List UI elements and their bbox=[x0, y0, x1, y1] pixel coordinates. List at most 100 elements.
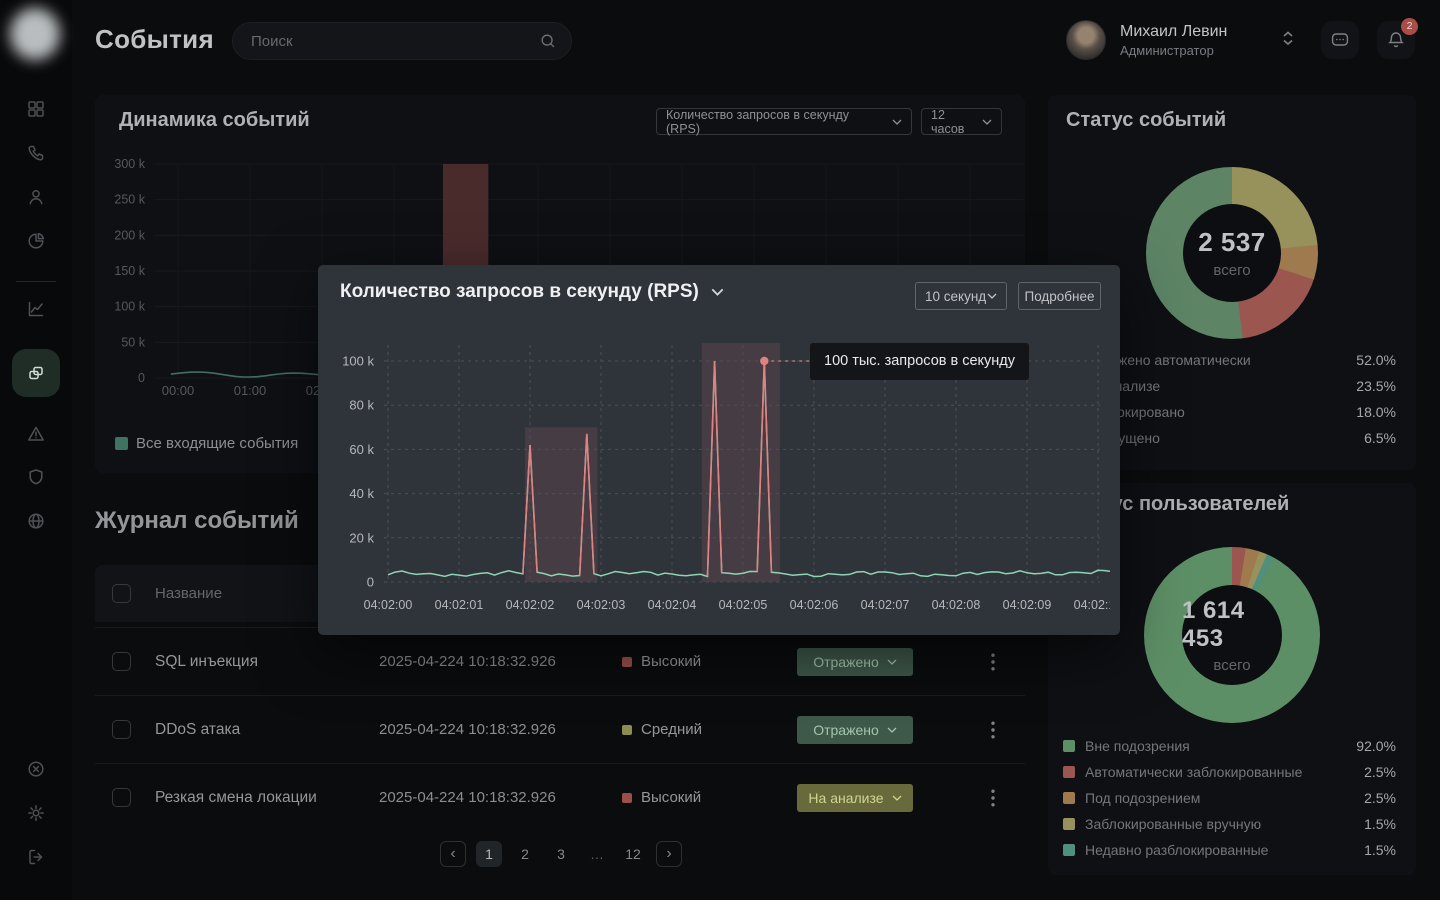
user-unfold-icon[interactable] bbox=[1278, 28, 1298, 52]
sidebar-item-globe[interactable] bbox=[26, 511, 46, 531]
next-page-button[interactable]: › bbox=[656, 841, 682, 867]
users-total: 1 614 453 bbox=[1182, 597, 1282, 653]
row-checkbox[interactable] bbox=[112, 652, 131, 671]
svg-text:04:02:02: 04:02:02 bbox=[506, 598, 555, 612]
sidebar-item-pie-chart[interactable] bbox=[26, 231, 46, 251]
events-layers-icon bbox=[26, 363, 46, 383]
journal-title: Журнал событий bbox=[95, 507, 299, 535]
page-button-3[interactable]: 3 bbox=[548, 841, 574, 867]
page-button-2[interactable]: 2 bbox=[512, 841, 538, 867]
details-button[interactable]: Подробнее bbox=[1018, 282, 1101, 310]
rps-detail-modal: Количество запросов в секунду (RPS) 10 с… bbox=[318, 265, 1120, 635]
severity-marker bbox=[622, 657, 632, 667]
status-select[interactable]: На анализе bbox=[797, 784, 913, 812]
column-name: Название bbox=[155, 585, 222, 602]
svg-text:04:02:08: 04:02:08 bbox=[932, 598, 981, 612]
search-box[interactable] bbox=[232, 22, 572, 60]
event-name: Резкая смена локации bbox=[155, 789, 317, 807]
sidebar-item-user[interactable] bbox=[26, 187, 46, 207]
notifications-button[interactable]: 2 bbox=[1377, 21, 1415, 59]
modal-period-select[interactable]: 10 секунд bbox=[915, 282, 1007, 310]
severity-marker bbox=[622, 793, 632, 803]
sidebar-item-settings-gear[interactable] bbox=[26, 803, 46, 823]
app-logo bbox=[10, 8, 60, 60]
chevron-down-icon bbox=[892, 795, 902, 801]
search-input[interactable] bbox=[251, 33, 539, 50]
page-button-12[interactable]: 12 bbox=[620, 841, 646, 867]
dynamics-legend-item: Все входящие события bbox=[115, 435, 298, 452]
page-button-1[interactable]: 1 bbox=[476, 841, 502, 867]
pagination: ‹123…12› bbox=[440, 841, 692, 867]
svg-text:150 k: 150 k bbox=[114, 264, 145, 278]
sidebar bbox=[0, 0, 72, 900]
logout-icon bbox=[26, 847, 46, 867]
table-row[interactable]: SQL инъекция2025-04-224 10:18:32.926Высо… bbox=[95, 627, 1025, 695]
sidebar-item-shield[interactable] bbox=[26, 467, 46, 487]
settings-gear-icon bbox=[26, 803, 46, 823]
users-donut-chart: 1 614 453 всего bbox=[1144, 547, 1320, 723]
period-select[interactable]: 12 часов bbox=[921, 108, 1002, 135]
sidebar-item-dashboard-grid[interactable] bbox=[26, 99, 46, 119]
sidebar-item-support[interactable] bbox=[26, 759, 46, 779]
shield-icon bbox=[26, 467, 46, 487]
svg-text:100 k: 100 k bbox=[114, 300, 145, 314]
select-all-checkbox[interactable] bbox=[112, 584, 131, 603]
sidebar-item-events-layers[interactable] bbox=[12, 349, 60, 397]
alert-triangle-icon bbox=[26, 424, 46, 444]
pie-chart-icon bbox=[26, 231, 46, 251]
dynamics-title: Динамика событий bbox=[119, 109, 310, 132]
dashboard-grid-icon bbox=[26, 99, 46, 119]
row-checkbox[interactable] bbox=[112, 720, 131, 739]
metric-select[interactable]: Количество запросов в секунду (RPS) bbox=[656, 108, 912, 135]
status-select[interactable]: Отражено bbox=[797, 648, 913, 676]
sidebar-item-line-chart[interactable] bbox=[26, 299, 46, 319]
avatar[interactable] bbox=[1066, 20, 1106, 60]
event-datetime: 2025-04-224 10:18:32.926 bbox=[379, 653, 556, 670]
svg-text:04:02:00: 04:02:00 bbox=[364, 598, 413, 612]
row-menu-button[interactable] bbox=[985, 788, 1001, 808]
legend-marker bbox=[1063, 766, 1075, 778]
modal-title[interactable]: Количество запросов в секунду (RPS) bbox=[340, 281, 724, 303]
sidebar-divider bbox=[16, 281, 56, 282]
users-total-label: всего bbox=[1213, 657, 1250, 674]
messages-button[interactable] bbox=[1321, 21, 1359, 59]
user-role: Администратор bbox=[1120, 43, 1227, 58]
search-icon bbox=[539, 32, 557, 50]
event-name: SQL инъекция bbox=[155, 653, 258, 671]
table-row[interactable]: DDoS атака2025-04-224 10:18:32.926Средни… bbox=[95, 695, 1025, 763]
header: События Михаил Левин Администратор 2 bbox=[72, 0, 1440, 88]
svg-text:100 k: 100 k bbox=[342, 354, 374, 369]
events-total: 2 537 bbox=[1198, 227, 1266, 258]
table-row[interactable]: Резкая смена локации2025-04-224 10:18:32… bbox=[95, 763, 1025, 831]
sidebar-item-phone[interactable] bbox=[26, 143, 46, 163]
svg-text:300 k: 300 k bbox=[114, 157, 145, 171]
row-checkbox[interactable] bbox=[112, 788, 131, 807]
svg-text:04:02:10: 04:02:10 bbox=[1074, 598, 1110, 612]
svg-text:40 k: 40 k bbox=[349, 486, 374, 501]
prev-page-button[interactable]: ‹ bbox=[440, 841, 466, 867]
status-select[interactable]: Отражено bbox=[797, 716, 913, 744]
pagination-ellipsis: … bbox=[584, 841, 610, 867]
svg-text:80 k: 80 k bbox=[349, 398, 374, 413]
event-datetime: 2025-04-224 10:18:32.926 bbox=[379, 721, 556, 738]
donut-legend-item: Автоматически заблокированные2.5% bbox=[1063, 759, 1396, 785]
line-chart-icon bbox=[26, 299, 46, 319]
events-total-label: всего bbox=[1213, 262, 1250, 279]
phone-icon bbox=[26, 143, 46, 163]
donut-legend-item: Заблокированные вручную1.5% bbox=[1063, 811, 1396, 837]
sidebar-item-alert-triangle[interactable] bbox=[26, 424, 46, 444]
chevron-down-icon bbox=[892, 119, 902, 125]
svg-text:04:02:04: 04:02:04 bbox=[648, 598, 697, 612]
row-menu-button[interactable] bbox=[985, 720, 1001, 740]
row-menu-button[interactable] bbox=[985, 652, 1001, 672]
sidebar-item-logout[interactable] bbox=[26, 847, 46, 867]
svg-text:04:02:01: 04:02:01 bbox=[435, 598, 484, 612]
svg-text:04:02:09: 04:02:09 bbox=[1003, 598, 1052, 612]
svg-text:04:02:06: 04:02:06 bbox=[790, 598, 839, 612]
svg-text:04:02:07: 04:02:07 bbox=[861, 598, 910, 612]
status-events-title: Статус событий bbox=[1066, 109, 1226, 132]
donut-legend-item: Вне подозрения92.0% bbox=[1063, 733, 1396, 759]
event-severity: Средний bbox=[622, 721, 702, 738]
user-menu[interactable]: Михаил Левин Администратор bbox=[1066, 20, 1227, 60]
severity-marker bbox=[622, 725, 632, 735]
